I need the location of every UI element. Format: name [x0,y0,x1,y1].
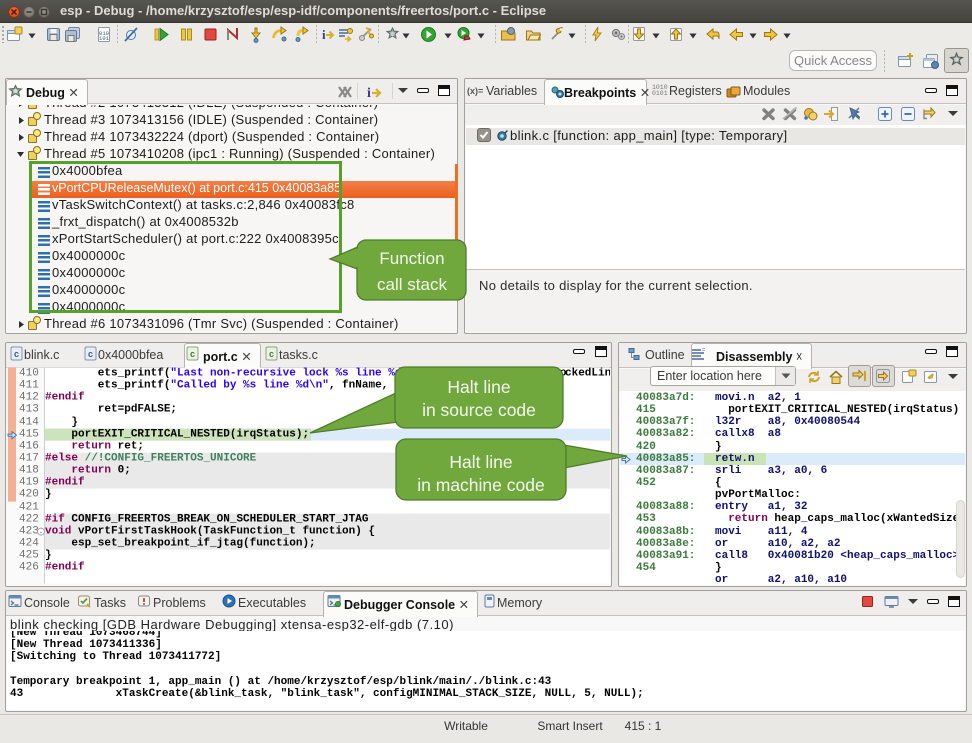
svg-text:101: 101 [99,35,110,42]
svg-text:i: i [322,27,326,42]
svg-text:i: i [367,86,371,100]
svg-text:c: c [88,349,93,359]
svg-text:Halt line: Halt line [449,452,512,472]
svg-text:c: c [14,349,19,359]
svg-text:c: c [190,349,195,359]
svg-text:Function: Function [379,249,444,268]
svg-text:in machine code: in machine code [417,475,544,495]
svg-text:c: c [269,349,274,359]
svg-text:call stack: call stack [377,275,447,294]
svg-text:in source code: in source code [422,400,536,420]
svg-text:Halt line: Halt line [447,377,510,397]
